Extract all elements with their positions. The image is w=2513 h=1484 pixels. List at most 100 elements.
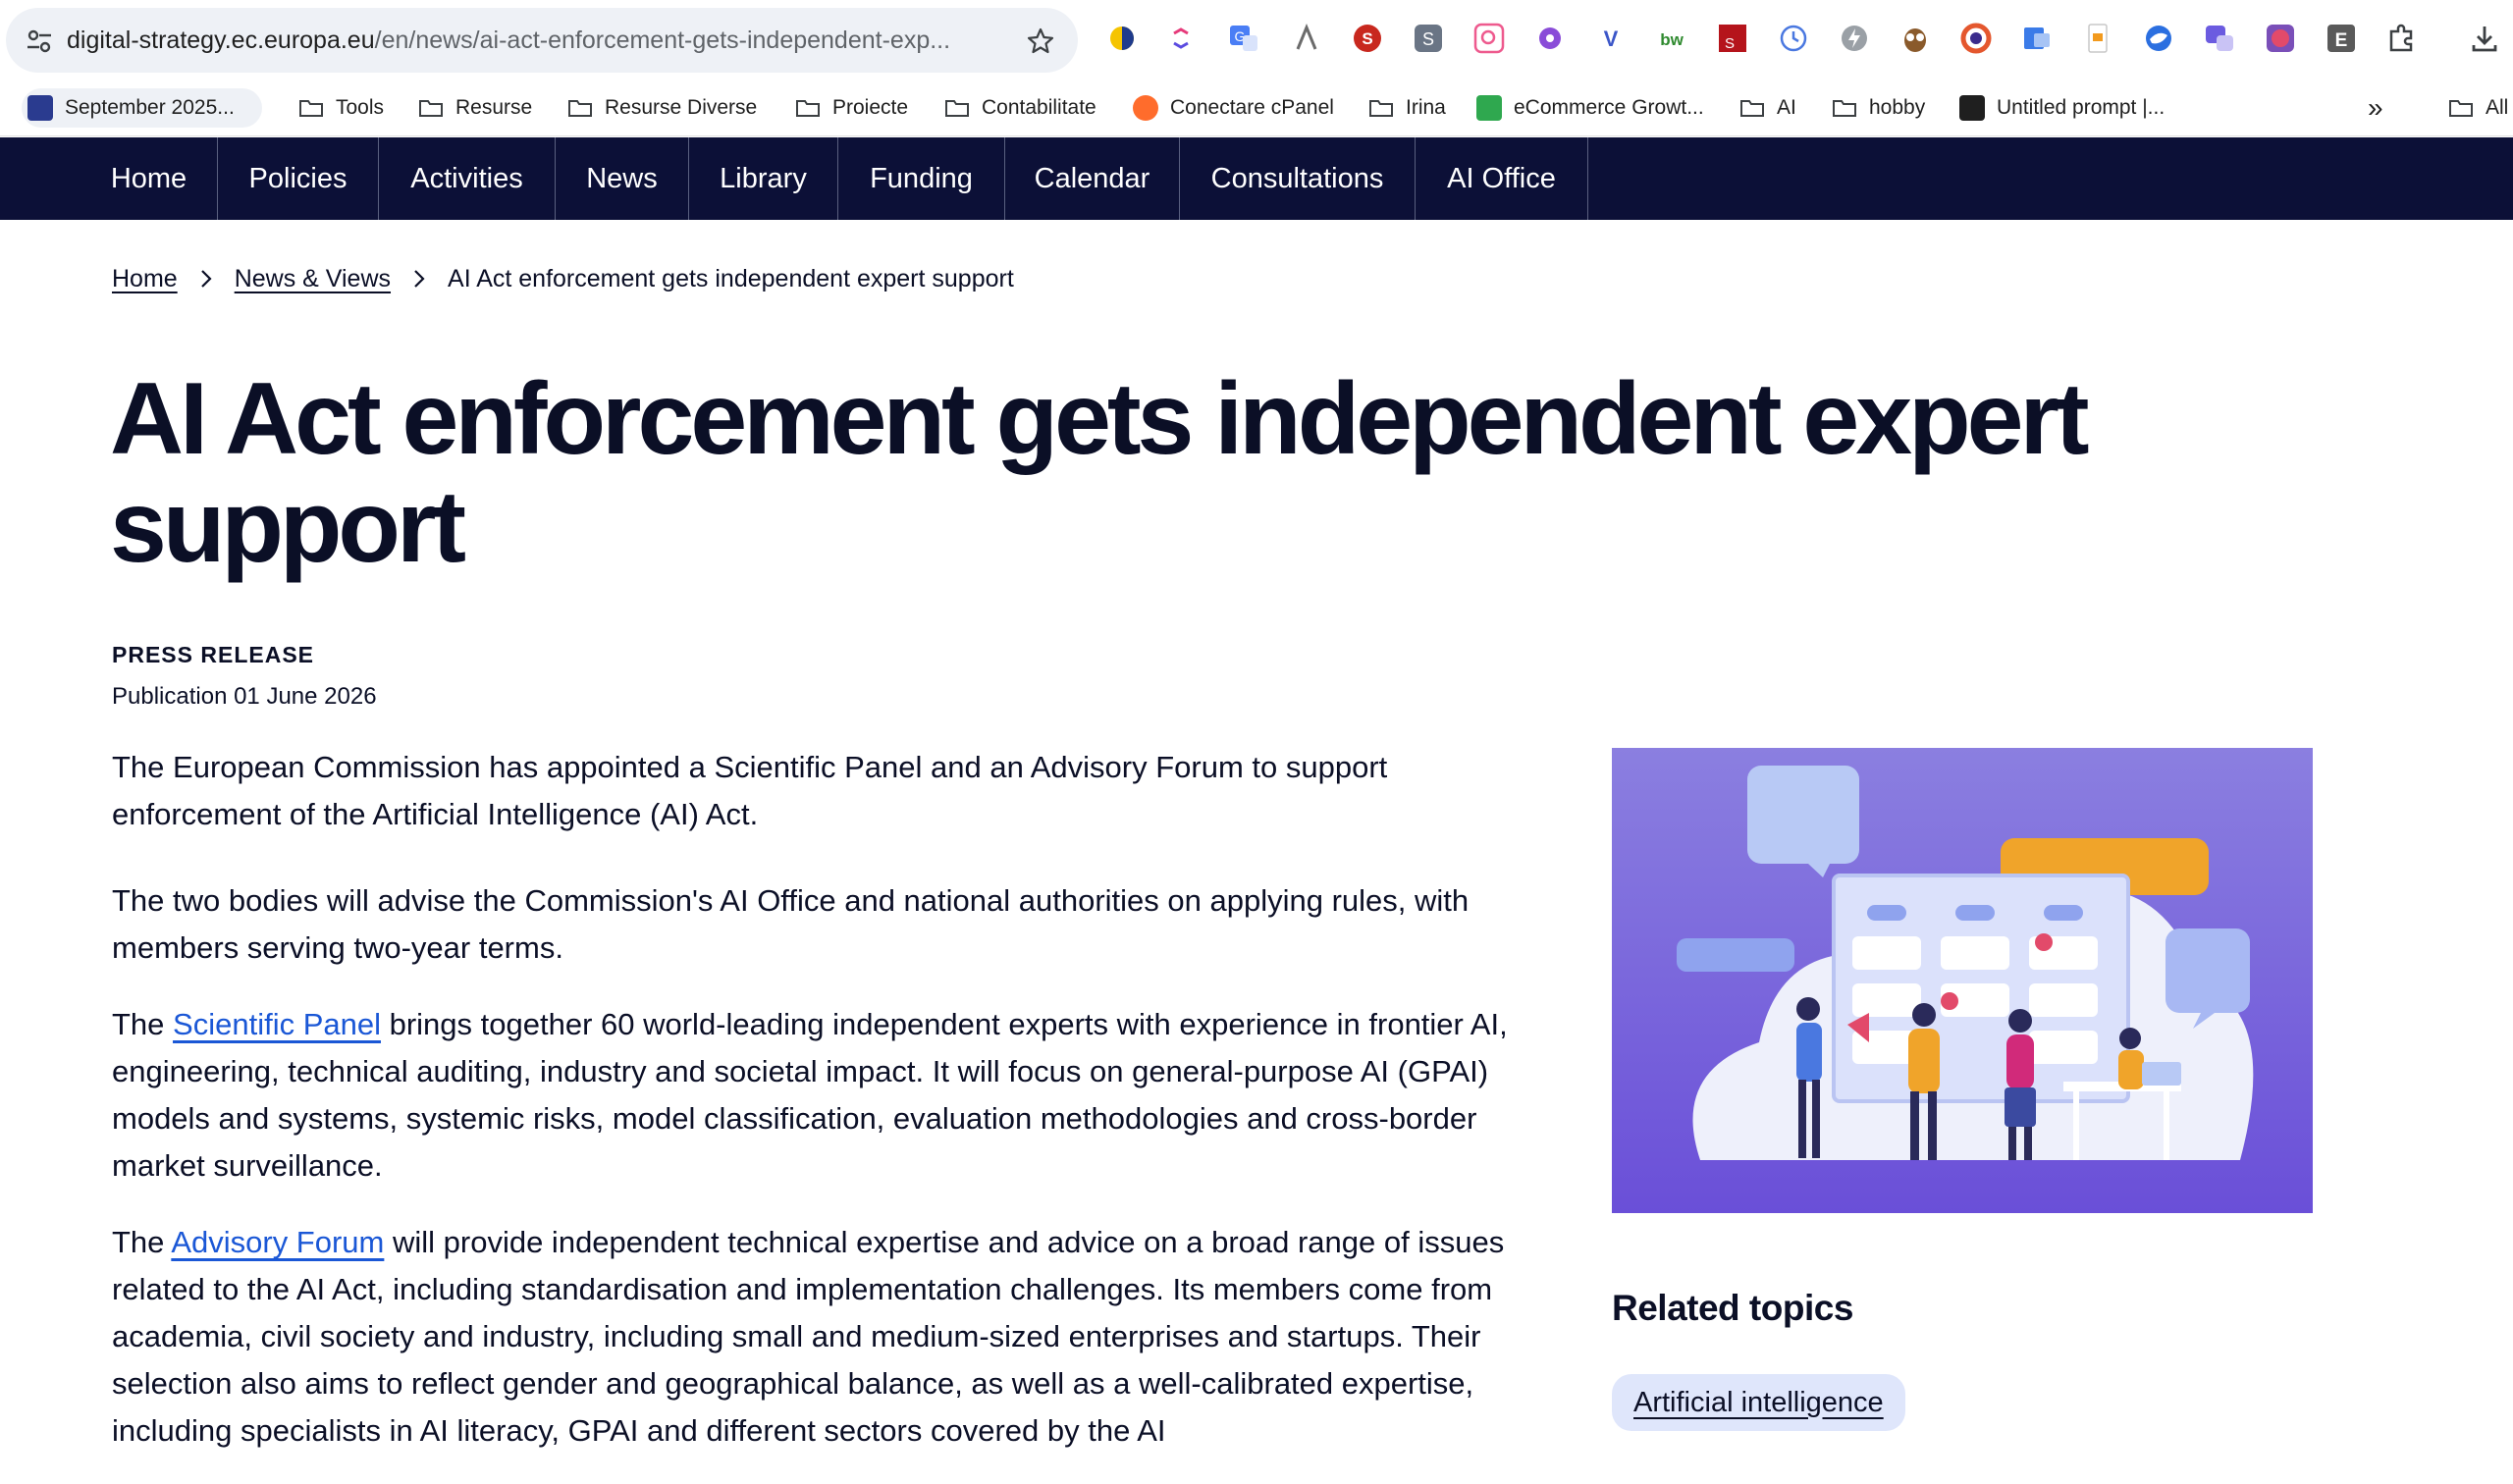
article-paragraph: The Scientific Panel brings together 60 … [112,1001,1555,1190]
bookmark-ecommerce-growth[interactable]: eCommerce Growt... [1476,88,1704,128]
extension-owl-icon[interactable] [1898,22,1932,55]
bookmark-folder-irina[interactable]: Irina [1368,88,1446,128]
nav-news[interactable]: News [556,137,689,220]
bookmark-label: Resurse Diverse [605,96,758,119]
extension-bw-icon[interactable]: bw [1655,22,1688,55]
extension-grey-s-icon[interactable]: S [1412,22,1445,55]
bookmark-conectare-cpanel[interactable]: Conectare cPanel [1133,88,1334,128]
nav-library[interactable]: Library [689,137,838,220]
nav-funding[interactable]: Funding [838,137,1005,220]
extension-s-square-icon[interactable]: S [1716,22,1749,55]
bookmark-star-icon[interactable] [1027,27,1054,55]
chevron-right-icon [200,270,212,288]
bookmark-label: Proiecte [832,96,909,119]
paragraph-text: The [112,1225,172,1259]
extensions-puzzle-icon[interactable] [2385,22,2419,55]
folder-icon [1369,100,1393,117]
article-lead: The European Commission has appointed a … [112,750,1388,831]
extension-purple-gear-icon[interactable] [1533,22,1567,55]
folder-icon [299,100,323,117]
content-type-label: PRESS RELEASE [112,642,314,667]
nav-calendar[interactable]: Calendar [1005,137,1180,220]
bookmark-label: hobby [1869,96,1926,119]
chevron-right-icon [414,270,425,288]
bookmark-label: Conectare cPanel [1170,96,1334,119]
bookmark-folder-tools[interactable]: Tools [298,88,384,128]
extension-badge-icon[interactable] [2264,22,2297,55]
bookmark-label: Tools [336,96,385,119]
scientific-panel-link[interactable]: Scientific Panel [173,1007,381,1041]
folder-icon [1833,100,1856,117]
folder-icon [568,100,592,117]
article-paragraph: The two bodies will advise the Commissio… [112,883,1470,965]
bookmark-folder-all[interactable]: All [2448,88,2508,128]
folder-icon [945,100,969,117]
svg-text:S: S [1725,35,1735,52]
bookmark-folder-contabilitate[interactable]: Contabilitate [944,88,1096,128]
bookmark-label: Contabilitate [982,96,1096,119]
nav-consultations[interactable]: Consultations [1180,137,1416,220]
address-bar[interactable]: digital-strategy.ec.europa.eu/en/news/ai… [6,8,1078,73]
bookmark-untitled-prompt[interactable]: Untitled prompt |... [1959,88,2165,128]
bookmark-label: Untitled prompt |... [1997,96,2165,119]
extension-bird-icon[interactable] [2142,22,2175,55]
extension-yellow-circle-icon[interactable] [1105,22,1139,55]
site-info-icon[interactable] [26,27,53,55]
bookmarks-bar: September 2025... Tools Resurse Resurse … [0,80,2513,136]
bookmark-september-2025[interactable]: September 2025... [22,88,262,128]
paragraph-text: The [112,1007,174,1041]
download-icon[interactable] [2468,22,2501,55]
bookmark-favicon-icon [27,95,53,121]
extension-pink-search-icon[interactable] [1472,22,1506,55]
site-main-nav: Home Policies Activities News Library Fu… [0,137,2513,220]
url-host: digital-strategy.ec.europa.eu [67,26,375,54]
svg-text:S: S [1422,29,1434,49]
url-text[interactable]: digital-strategy.ec.europa.eu/en/news/ai… [67,23,1009,58]
breadcrumb: Home News & Views AI Act enforcement get… [112,261,1014,296]
extensions-bar: G S S V bw S E [1105,22,2499,59]
extension-compass-icon[interactable] [1290,22,1323,55]
bookmark-label: Irina [1406,96,1446,119]
bookmark-label: Resurse [455,96,533,119]
topic-chip-label: Artificial intelligence [1633,1386,1884,1418]
related-topics-heading: Related topics [1612,1288,1853,1328]
extension-ring-icon[interactable] [1959,22,1993,55]
extension-e-icon[interactable]: E [2325,22,2358,55]
extension-note-icon[interactable] [2081,22,2114,55]
topic-chip-artificial-intelligence[interactable]: Artificial intelligence [1612,1374,1905,1431]
folder-icon [419,100,443,117]
nav-ai-office[interactable]: AI Office [1416,137,1588,220]
breadcrumb-news-views-link[interactable]: News & Views [235,265,391,293]
bookmark-folder-hobby[interactable]: hobby [1832,88,1925,128]
bookmarks-overflow-button[interactable]: » [2368,88,2383,128]
bookmark-folder-resurse[interactable]: Resurse [418,88,532,128]
article-illustration [1612,748,2313,1213]
bookmark-folder-proiecte[interactable]: Proiecte [795,88,908,128]
svg-text:V: V [1604,26,1619,51]
page-title: AI Act enforcement gets independent expe… [110,362,2090,584]
bookmark-label: All [2486,96,2509,119]
nav-home[interactable]: Home [80,137,218,220]
bookmark-folder-resurse-diverse[interactable]: Resurse Diverse [567,88,757,128]
extension-chat-icon[interactable] [2203,22,2236,55]
breadcrumb-home-link[interactable]: Home [112,265,178,293]
nav-activities[interactable]: Activities [379,137,556,220]
svg-text:bw: bw [1660,30,1684,49]
extension-translate-icon[interactable]: G [1227,22,1260,55]
bookmark-folder-ai[interactable]: AI [1739,88,1796,128]
svg-text:E: E [2335,30,2348,51]
breadcrumb-current: AI Act enforcement gets independent expe… [448,264,1014,292]
extension-clock-icon[interactable] [1777,22,1810,55]
extension-swirl-icon[interactable] [1164,22,1198,55]
extension-bolt-icon[interactable] [1838,22,1871,55]
folder-icon [1740,100,1764,117]
nav-policies[interactable]: Policies [218,137,379,220]
folder-icon [796,100,820,117]
article-paragraph: The Advisory Forum will provide independ… [112,1219,1555,1455]
advisory-forum-link[interactable]: Advisory Forum [171,1225,384,1259]
sheets-favicon-icon [1476,95,1502,121]
extension-v-icon[interactable]: V [1594,22,1628,55]
extension-doc-icon[interactable] [2020,22,2054,55]
browser-toolbar: digital-strategy.ec.europa.eu/en/news/ai… [0,0,2513,80]
extension-red-s-icon[interactable]: S [1351,22,1384,55]
